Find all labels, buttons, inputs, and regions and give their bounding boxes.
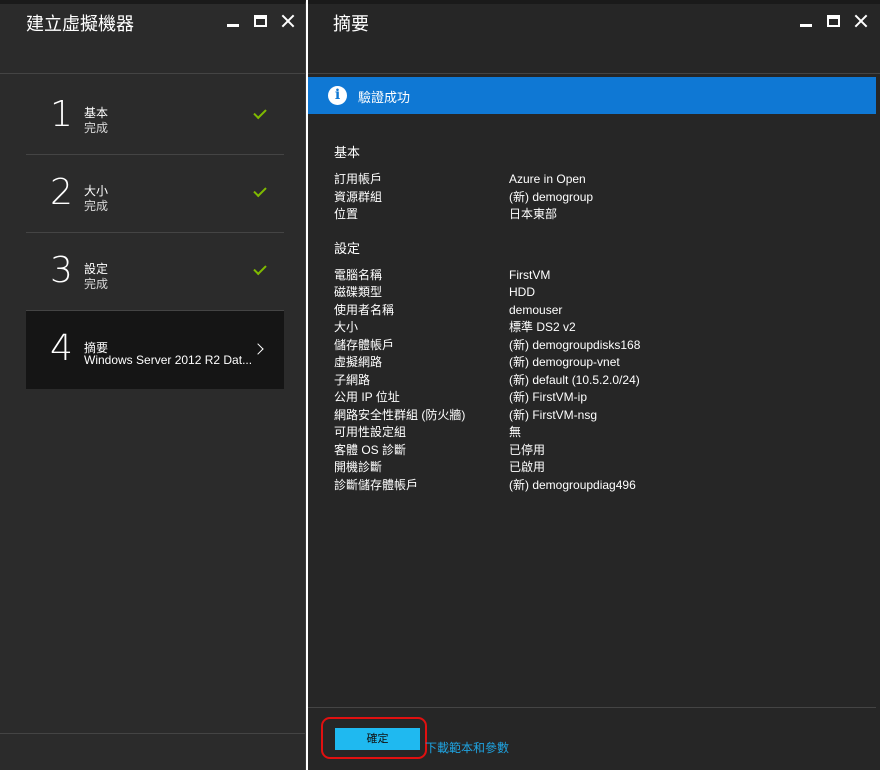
section-title: 設定 (334, 240, 361, 256)
summary-row: 可用性設定組 無 (334, 424, 854, 442)
row-value: 無 (509, 425, 522, 439)
summary-content: 基本 訂用帳戶 Azure in Open 資源群組 (新) demogroup 位… (334, 142, 854, 494)
close-icon[interactable] (854, 14, 868, 28)
summary-row: 資源群組 (新) demogroup (334, 189, 854, 207)
row-key: 儲存體帳戶 (334, 337, 395, 352)
row-key: 客體 OS 診斷 (334, 442, 407, 457)
summary-row: 大小 標準 DS2 v2 (334, 319, 854, 337)
summary-row: 訂用帳戶 Azure in Open (334, 171, 854, 189)
row-key: 位置 (334, 207, 359, 221)
row-key: 訂用帳戶 (334, 172, 383, 186)
summary-row: 診斷儲存體帳戶 (新) demogroupdiag496 (334, 477, 854, 495)
footer-divider (308, 707, 876, 708)
summary-row: 網路安全性群組 (防火牆) (新) FirstVM-nsg (334, 407, 854, 425)
maximize-icon[interactable] (254, 15, 267, 27)
minimize-icon[interactable] (226, 14, 240, 28)
minimize-icon[interactable] (799, 14, 813, 28)
step-number: 1 (50, 94, 73, 135)
row-key: 資源群組 (334, 189, 383, 204)
row-value: (新) demogroup-vnet (509, 355, 620, 369)
row-value: 已啟用 (509, 460, 546, 474)
row-key: 使用者名稱 (334, 302, 395, 317)
summary-row: 開機診斷 已啟用 (334, 459, 854, 477)
row-value: Azure in Open (509, 172, 586, 186)
row-key: 可用性設定組 (334, 425, 407, 439)
blade-title: 摘要 (333, 14, 369, 34)
chevron-right-icon (252, 343, 264, 355)
row-value: (新) FirstVM-ip (509, 390, 587, 404)
checkmark-icon (253, 183, 267, 198)
checkmark-icon (253, 261, 267, 276)
row-value: FirstVM (509, 267, 551, 282)
row-key: 公用 IP 位址 (334, 390, 400, 404)
row-value: (新) demogroup (509, 189, 594, 204)
row-key: 大小 (334, 320, 359, 334)
create-vm-blade: 建立虛擬機器 1 基本 完成 2 大小 完成 3 設定 完成 4 摘要 Wind… (0, 0, 306, 770)
row-value: (新) demogroupdiag496 (509, 477, 636, 492)
row-key: 電腦名稱 (334, 267, 383, 282)
row-key: 網路安全性群組 (防火牆) (334, 407, 466, 422)
row-key: 開機診斷 (334, 460, 383, 474)
row-value: HDD (509, 285, 535, 299)
summary-row: 使用者名稱 demouser (334, 302, 854, 320)
section-settings: 設定 電腦名稱 FirstVM 磁碟類型 HDD 使用者名稱 demouser 大小 標… (334, 238, 854, 495)
step-status: 完成 (84, 277, 109, 291)
summary-row: 公用 IP 位址 (新) FirstVM-ip (334, 389, 854, 407)
step-number: 3 (50, 250, 73, 291)
summary-row: 儲存體帳戶 (新) demogroupdisks168 (334, 337, 854, 355)
section-basics: 基本 訂用帳戶 Azure in Open 資源群組 (新) demogroup 位… (334, 142, 854, 224)
row-key: 診斷儲存體帳戶 (334, 477, 419, 492)
ok-button[interactable]: 確定 (335, 728, 420, 750)
row-key: 虛擬網路 (334, 355, 383, 369)
row-value: 標準 DS2 v2 (509, 320, 576, 334)
step-status: 完成 (84, 121, 109, 135)
window-controls (226, 14, 295, 28)
row-value: 日本東部 (509, 207, 558, 221)
row-key: 磁碟類型 (334, 285, 383, 299)
row-value: (新) FirstVM-nsg (509, 407, 597, 422)
summary-row: 子網路 (新) default (10.5.2.0/24) (334, 372, 854, 390)
row-value: (新) demogroupdisks168 (509, 337, 641, 352)
blade-header: 摘要 (308, 4, 880, 74)
row-key: 子網路 (334, 372, 371, 387)
info-icon: i (328, 86, 347, 105)
summary-row: 磁碟類型 HDD (334, 284, 854, 302)
summary-row: 位置 日本東部 (334, 206, 854, 224)
row-value: (新) default (10.5.2.0/24) (509, 372, 640, 387)
summary-blade: 摘要 i 驗證成功 基本 訂用帳戶 Azure in Open 資源群組 (新) d… (308, 0, 880, 770)
footer-divider (0, 733, 305, 734)
summary-row: 電腦名稱 FirstVM (334, 267, 854, 285)
step-summary[interactable]: 4 摘要 Windows Server 2012 R2 Dat... (26, 311, 284, 389)
step-settings[interactable]: 3 設定 完成 (26, 233, 284, 311)
step-basics[interactable]: 1 基本 完成 (26, 77, 284, 155)
blade-title: 建立虛擬機器 (26, 14, 134, 34)
wizard-steps: 1 基本 完成 2 大小 完成 3 設定 完成 4 摘要 Windows Ser… (26, 77, 284, 389)
download-template-link[interactable]: 下載範本和參數 (425, 739, 509, 756)
checkmark-icon (253, 105, 267, 120)
row-value: demouser (509, 302, 563, 317)
summary-row: 客體 OS 診斷 已停用 (334, 442, 854, 460)
step-number: 4 (50, 328, 73, 369)
validation-banner: i 驗證成功 (308, 77, 876, 114)
maximize-icon[interactable] (827, 15, 840, 27)
summary-row: 虛擬網路 (新) demogroup-vnet (334, 354, 854, 372)
step-subtitle: Windows Server 2012 R2 Dat... (84, 353, 253, 367)
step-size[interactable]: 2 大小 完成 (26, 155, 284, 233)
step-status: 完成 (84, 199, 109, 213)
close-icon[interactable] (281, 14, 295, 28)
blade-header: 建立虛擬機器 (0, 4, 305, 74)
row-value: 已停用 (509, 442, 546, 457)
window-controls (799, 14, 868, 28)
step-number: 2 (50, 172, 73, 213)
banner-text: 驗證成功 (358, 90, 411, 105)
section-title: 基本 (334, 145, 361, 160)
